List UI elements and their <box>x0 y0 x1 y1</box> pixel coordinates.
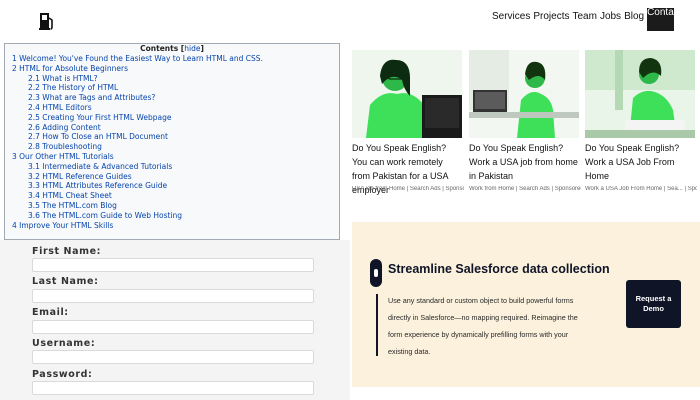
ad-title[interactable]: Do You Speak English? Work a USA Job Fro… <box>585 141 695 183</box>
ad-card[interactable]: Do You Speak English? Work a USA job fro… <box>469 50 579 183</box>
toc-item[interactable]: 3.5 The HTML.com Blog <box>5 201 339 211</box>
salesforce-banner-ad[interactable]: Streamline Salesforce data collection Us… <box>352 222 700 387</box>
main-nav: Services Projects Team Jobs Blog Contact <box>492 7 675 31</box>
nav-jobs[interactable]: Jobs <box>600 11 621 22</box>
last-name-input[interactable] <box>32 289 314 303</box>
signup-form: First Name: Last Name: Email: Username: … <box>0 240 350 400</box>
toc-item[interactable]: 2 HTML for Absolute Beginners <box>5 64 339 74</box>
nav-blog[interactable]: Blog <box>624 11 644 22</box>
username-input[interactable] <box>32 350 314 364</box>
toc-item[interactable]: 2.8 Troubleshooting <box>5 142 339 152</box>
toc-item[interactable]: 2.3 What are Tags and Attributes? <box>5 93 339 103</box>
last-name-label: Last Name: <box>32 276 99 287</box>
ad-meta: Work a USA Job From Home | Sea... | Spon… <box>585 186 697 192</box>
toc-item[interactable]: 3.6 The HTML.com Guide to Web Hosting <box>5 211 339 221</box>
toc-header: Contents [hide] <box>5 44 339 54</box>
ad-card[interactable]: Do You Speak English? You can work remot… <box>352 50 462 197</box>
ad-title[interactable]: Do You Speak English? Work a USA job fro… <box>469 141 579 183</box>
fuel-pump-icon[interactable] <box>38 10 56 32</box>
toc-item[interactable]: 3.1 Intermediate & Advanced Tutorials <box>5 162 339 172</box>
banner-text: Use any standard or custom object to bui… <box>388 296 578 356</box>
toc-item[interactable]: 3.2 HTML Reference Guides <box>5 172 339 182</box>
username-label: Username: <box>32 338 96 349</box>
toc-item[interactable]: 1 Welcome! You've Found the Easiest Way … <box>5 54 339 64</box>
first-name-label: First Name: <box>32 246 102 257</box>
ad-image[interactable] <box>352 50 462 138</box>
email-label: Email: <box>32 307 69 318</box>
toc-item[interactable]: 2.2 The History of HTML <box>5 83 339 93</box>
ad-image[interactable] <box>585 50 695 138</box>
nav-team[interactable]: Team <box>572 11 596 22</box>
ad-card[interactable]: Do You Speak English? Work a USA Job Fro… <box>585 50 695 183</box>
toc-hide-bracket-close: ] <box>200 44 204 53</box>
ad-meta: Work from Home | Search Ads | Sponsored <box>469 186 581 192</box>
toc-item[interactable]: 3.3 HTML Attributes Reference Guide <box>5 181 339 191</box>
toc-item[interactable]: 4 Improve Your HTML Skills <box>5 221 339 231</box>
toc-item[interactable]: 2.1 What is HTML? <box>5 74 339 84</box>
table-of-contents: Contents [hide] 1 Welcome! You've Found … <box>4 43 340 240</box>
request-demo-button[interactable]: Request a Demo <box>626 280 681 328</box>
password-input[interactable] <box>32 381 314 395</box>
toc-item[interactable]: 2.6 Adding Content <box>5 123 339 133</box>
email-input[interactable] <box>32 320 314 334</box>
password-label: Password: <box>32 369 93 380</box>
toc-item[interactable]: 2.4 HTML Editors <box>5 103 339 113</box>
toc-item[interactable]: 2.5 Creating Your First HTML Webpage <box>5 113 339 123</box>
nav-contact-button[interactable]: Contact <box>647 7 675 31</box>
toc-title: Contents <box>140 44 179 53</box>
ad-meta: USA job from Home | Search Ads | Sponsor… <box>352 186 464 192</box>
form-logo-icon <box>370 259 382 287</box>
nav-projects[interactable]: Projects <box>533 11 569 22</box>
top-navbar: Services Projects Team Jobs Blog Contact <box>0 0 700 40</box>
ad-image[interactable] <box>469 50 579 138</box>
toc-hide-link[interactable]: hide <box>184 44 200 53</box>
nav-services[interactable]: Services <box>492 11 530 22</box>
first-name-input[interactable] <box>32 258 314 272</box>
banner-title: Streamline Salesforce data collection <box>388 262 610 276</box>
toc-list: 1 Welcome! You've Found the Easiest Way … <box>5 54 339 230</box>
toc-item[interactable]: 2.7 How To Close an HTML Document <box>5 132 339 142</box>
toc-item[interactable]: 3.4 HTML Cheat Sheet <box>5 191 339 201</box>
toc-item[interactable]: 3 Our Other HTML Tutorials <box>5 152 339 162</box>
banner-divider <box>376 294 378 356</box>
